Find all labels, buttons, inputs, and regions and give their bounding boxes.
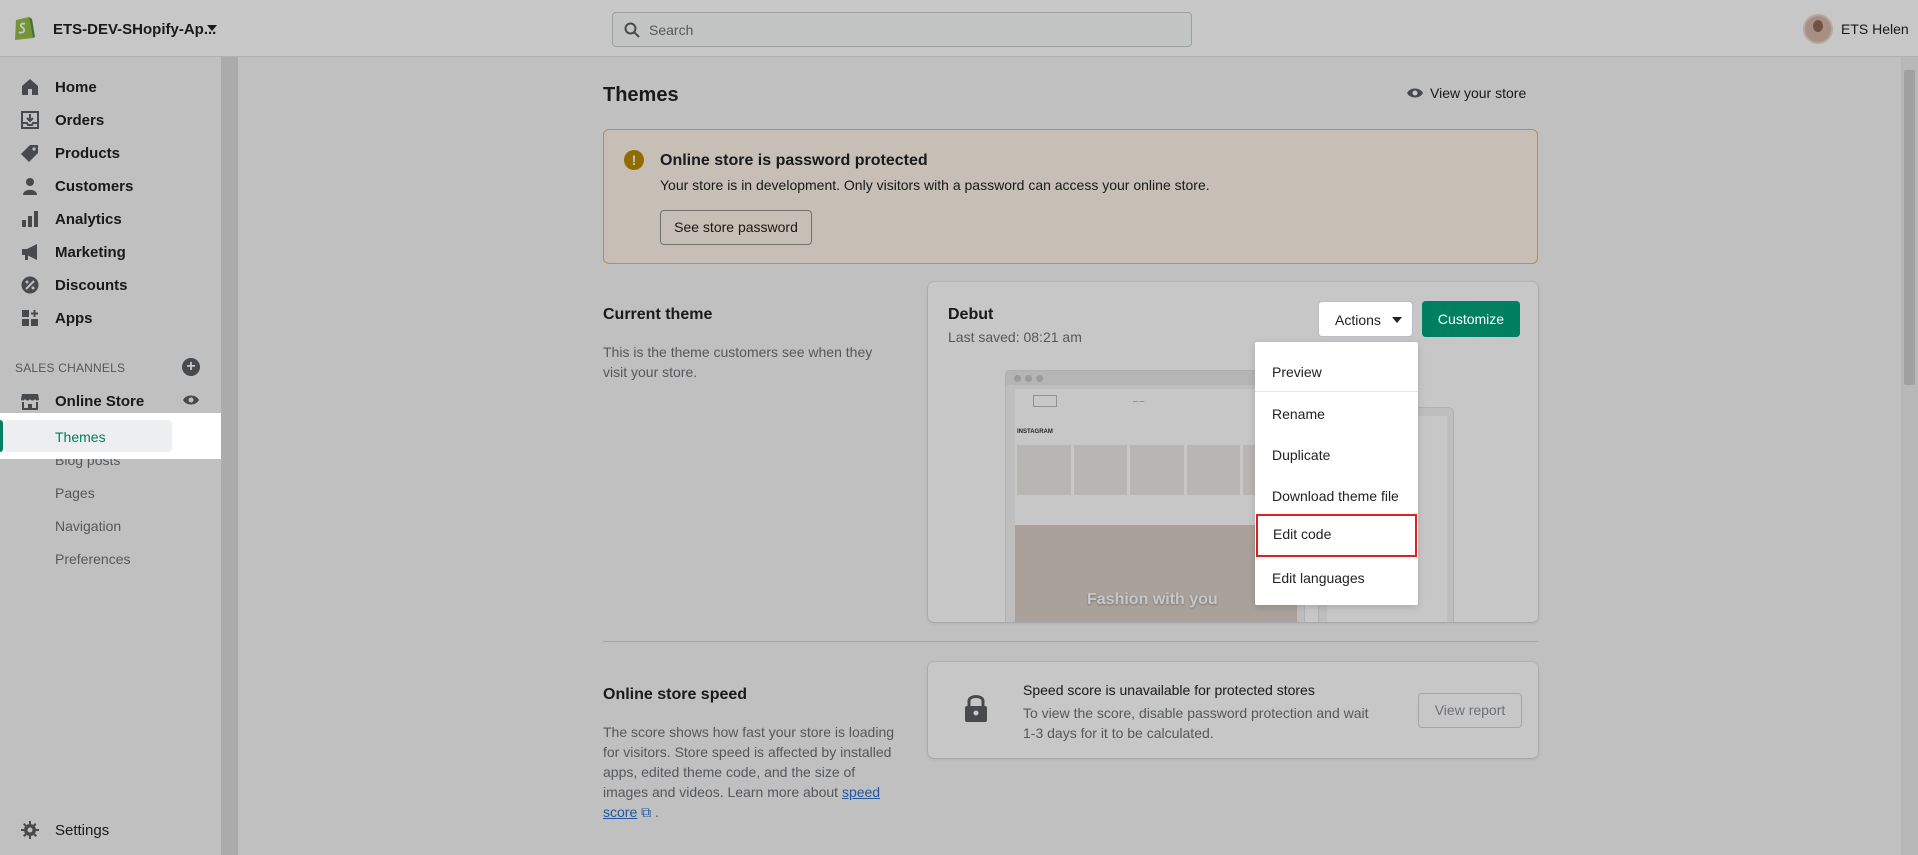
menu-item-preview[interactable]: Preview: [1255, 352, 1418, 392]
customize-button-active[interactable]: Customize: [1422, 301, 1520, 337]
menu-item-duplicate[interactable]: Duplicate: [1255, 435, 1418, 475]
menu-item-edit-code[interactable]: Edit code: [1256, 514, 1417, 557]
menu-item-label: Rename: [1272, 406, 1325, 422]
menu-item-download-theme-file[interactable]: Download theme file: [1255, 476, 1418, 516]
menu-item-label: Edit languages: [1272, 570, 1365, 586]
actions-label: Actions: [1335, 312, 1381, 328]
menu-item-edit-languages[interactable]: Edit languages: [1255, 558, 1418, 598]
actions-button-active[interactable]: Actions: [1318, 301, 1413, 337]
sidebar-subitem-label: Themes: [55, 429, 106, 445]
menu-item-label: Edit code: [1273, 526, 1332, 542]
active-item-indicator: [0, 420, 3, 452]
chevron-down-icon: [1392, 317, 1402, 323]
menu-item-label: Duplicate: [1272, 447, 1331, 463]
sidebar-subitem-themes[interactable]: Themes: [0, 413, 221, 459]
modal-backdrop[interactable]: [0, 0, 1918, 855]
menu-item-label: Preview: [1272, 364, 1322, 380]
menu-item-label: Download theme file: [1272, 488, 1399, 504]
menu-item-rename[interactable]: Rename: [1255, 394, 1418, 434]
actions-dropdown-menu: Preview Rename Duplicate Download theme …: [1255, 342, 1418, 605]
menu-separator: [1255, 391, 1418, 392]
